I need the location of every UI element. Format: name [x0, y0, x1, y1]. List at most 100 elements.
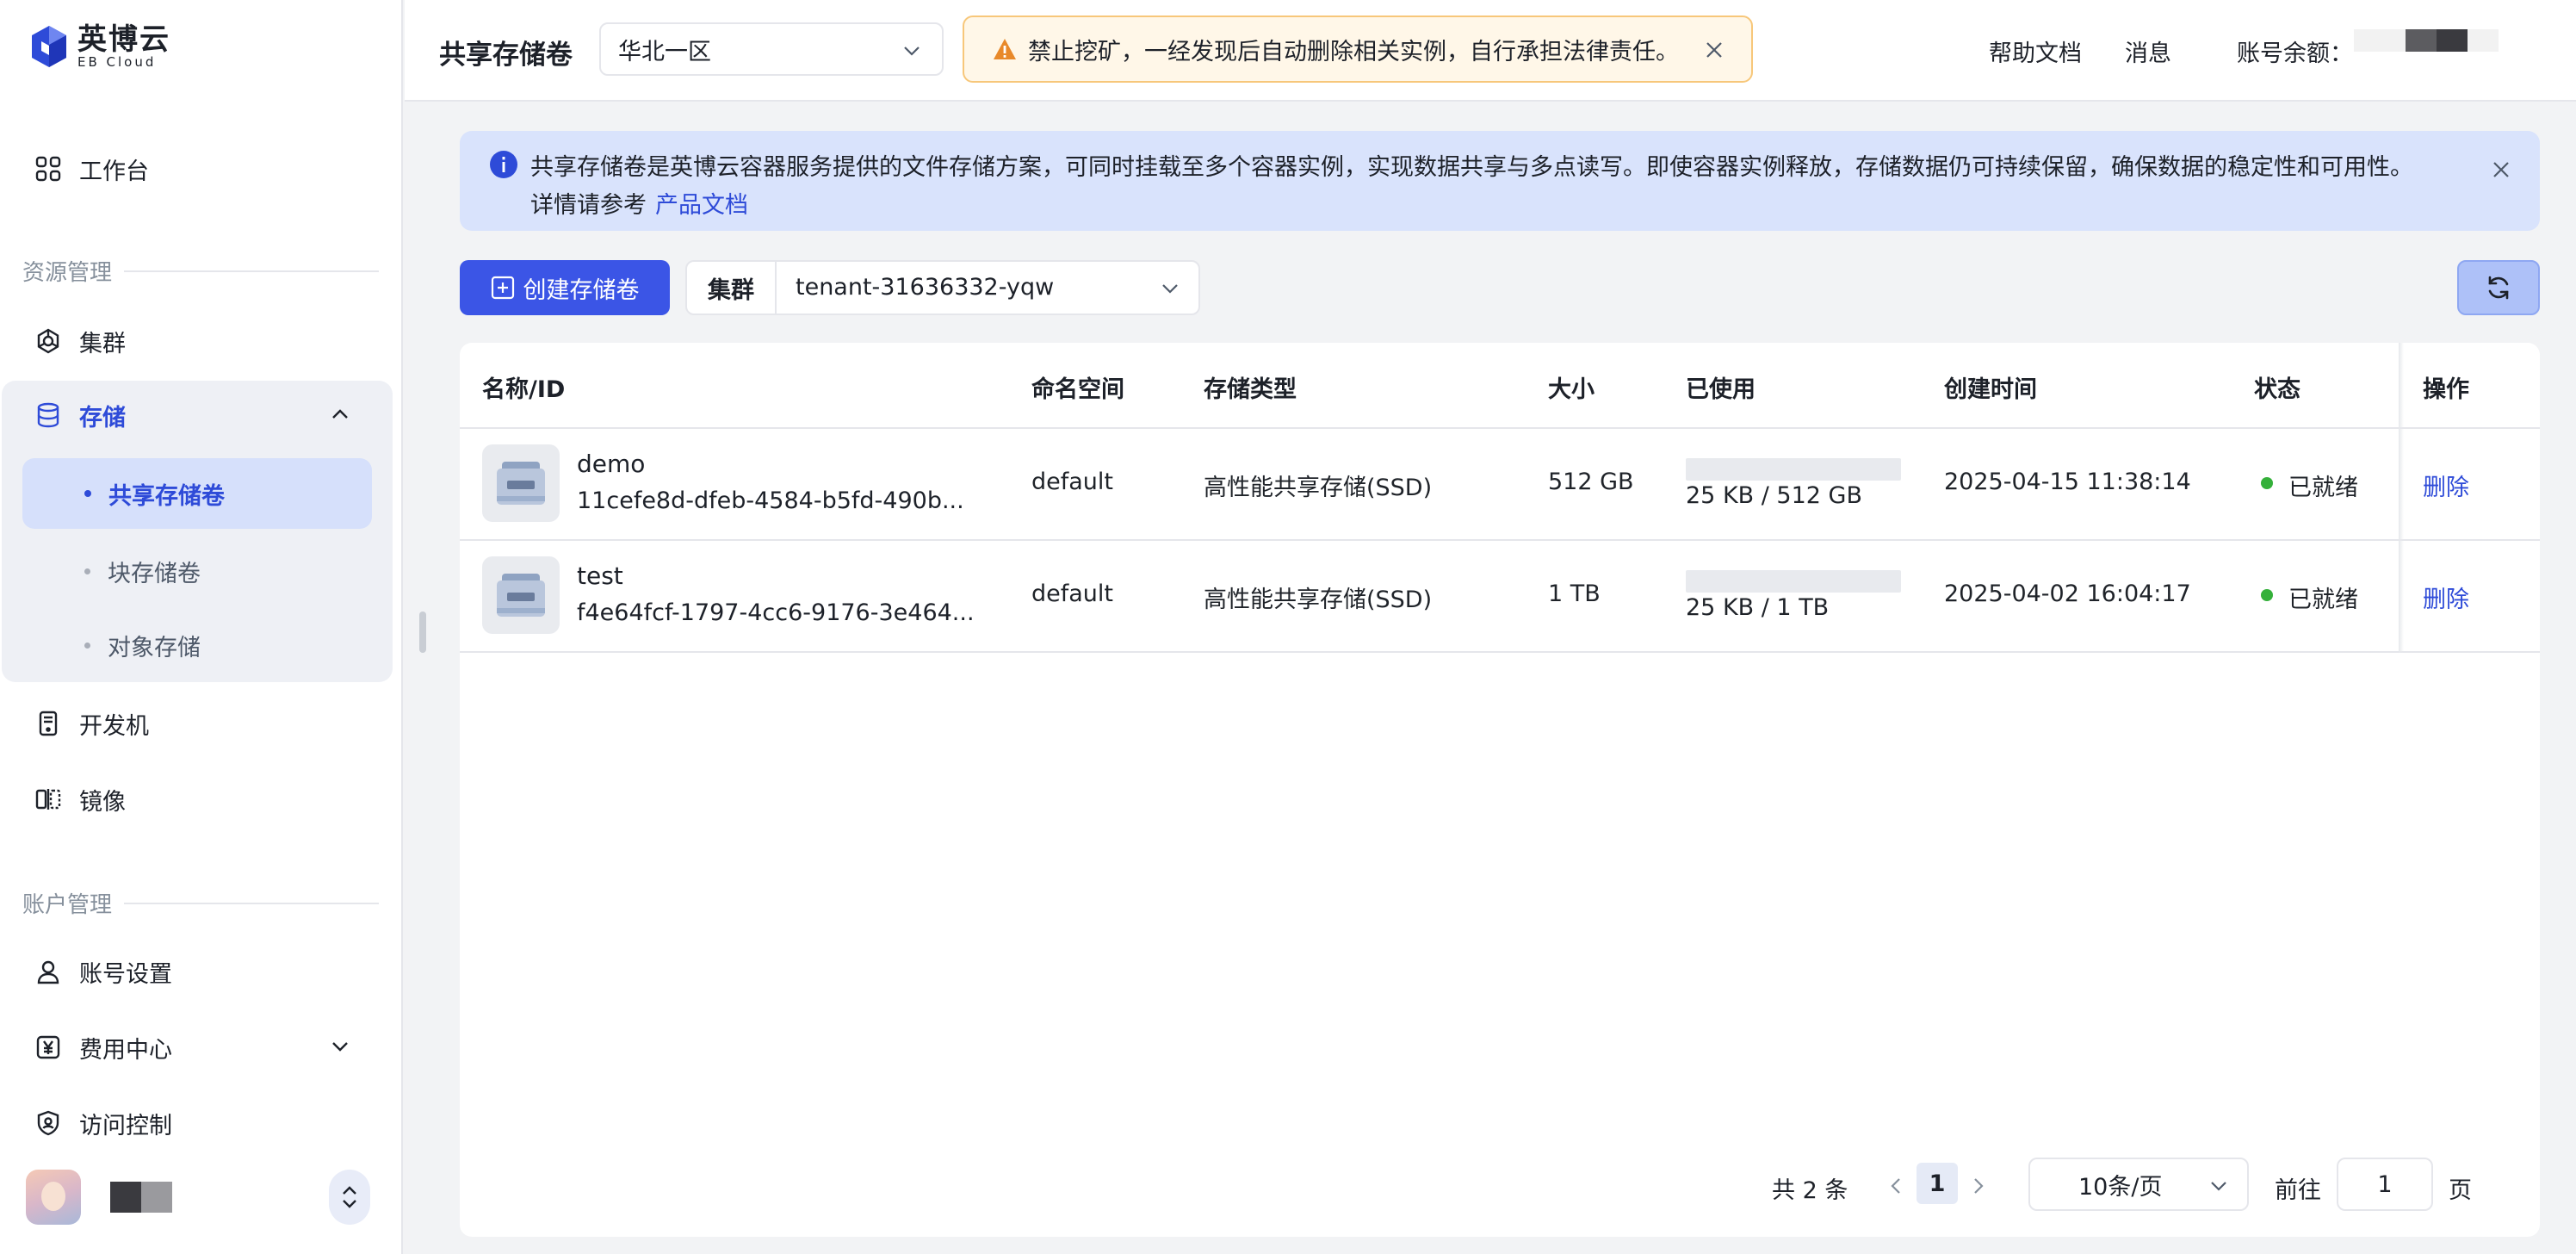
fixed-column-shadow: [2399, 343, 2404, 653]
sidebar-item-shared-volume[interactable]: 共享存储卷: [22, 458, 372, 529]
goto-page-input[interactable]: [2337, 1158, 2433, 1211]
close-icon[interactable]: [1705, 40, 1724, 59]
mining-warning-banner: 禁止挖矿，一经发现后自动删除相关实例，自行承担法律责任。: [963, 16, 1753, 83]
col-header-namespace: 命名空间: [1031, 376, 1124, 403]
sidebar-item-object-storage[interactable]: 对象存储: [22, 610, 372, 680]
sidebar-item-label: 集群: [79, 330, 126, 357]
balance-label: 账号余额：: [2237, 40, 2353, 67]
table-row-divider: [460, 539, 2540, 541]
sidebar-item-account-settings[interactable]: 账号设置: [22, 937, 381, 1006]
volume-name[interactable]: demo: [577, 450, 645, 478]
region-select[interactable]: 华北一区: [599, 22, 944, 76]
sidebar-item-storage[interactable]: 存储: [22, 381, 381, 450]
cluster-select[interactable]: 集群 tenant-31636332-yqw: [685, 260, 1200, 315]
brand-name-en: EB Cloud: [77, 53, 157, 70]
volume-thumbnail: [482, 556, 560, 634]
brand-logo[interactable]: 英博云 EB Cloud: [29, 24, 170, 69]
topbar: 共享存储卷 华北一区 禁止挖矿，一经发现后自动删除相关实例，自行承担法律责任。 …: [405, 0, 2576, 102]
chevron-right-icon[interactable]: [1968, 1173, 1989, 1199]
section-account-label: 账户管理: [22, 892, 113, 918]
volume-name[interactable]: test: [577, 562, 623, 590]
mirror-icon: [34, 785, 62, 813]
col-header-size: 大小: [1548, 376, 1595, 403]
database-icon: [34, 401, 62, 429]
col-header-used: 已使用: [1686, 376, 1756, 403]
refresh-icon: [2488, 276, 2509, 300]
status-ready-icon: [2261, 589, 2273, 601]
status-badge: 已就绪: [2288, 587, 2358, 613]
user-profile[interactable]: [26, 1170, 370, 1225]
warning-icon: [994, 39, 1016, 59]
create-volume-button[interactable]: 创建存储卷: [460, 260, 670, 315]
sidebar-item-access-control[interactable]: 访问控制: [22, 1089, 381, 1158]
col-header-created: 创建时间: [1944, 376, 2037, 403]
volume-table: 名称/ID 命名空间 存储类型 大小 已使用 创建时间 状态 操作 demo 1…: [460, 343, 2540, 1237]
col-header-actions: 操作: [2423, 376, 2469, 403]
goto-label: 前往: [2275, 1177, 2321, 1204]
user-icon: [34, 958, 62, 985]
volume-size: 1 TB: [1548, 580, 1601, 607]
help-docs-link[interactable]: 帮助文档: [1989, 34, 2082, 68]
chevron-down-icon: [1162, 284, 1178, 294]
section-resources: 资源管理: [22, 255, 379, 287]
sidebar-resize-handle[interactable]: [419, 611, 426, 653]
sidebar-group-storage: 存储 共享存储卷 块存储卷 对象存储: [2, 381, 393, 682]
usage-progress-bar: [1686, 458, 1901, 481]
sidebar-item-devbox[interactable]: 开发机: [22, 689, 381, 758]
product-docs-link[interactable]: 产品文档: [655, 192, 748, 219]
sidebar-item-label: 镜像: [79, 788, 126, 816]
refresh-button[interactable]: [2457, 260, 2540, 315]
sidebar-item-label: 存储: [79, 404, 126, 431]
balance-masked: [2354, 29, 2526, 55]
delete-volume-button[interactable]: 删除: [2423, 469, 2469, 502]
masked-block: [110, 1182, 141, 1213]
sidebar-item-label: 对象存储: [108, 634, 201, 661]
close-icon[interactable]: [2492, 160, 2511, 179]
sidebar-item-cluster[interactable]: 集群: [22, 307, 381, 376]
sidebar-item-block-volume[interactable]: 块存储卷: [22, 536, 372, 606]
chevron-left-icon[interactable]: [1886, 1173, 1906, 1199]
server-icon: [34, 710, 62, 737]
sidebar: 英博云 EB Cloud 工作台 资源管理 集群 存储 共享存储卷 块存储卷 对…: [0, 0, 403, 1254]
sidebar-item-label: 块存储卷: [108, 560, 201, 587]
delete-volume-button[interactable]: 删除: [2423, 580, 2469, 614]
volume-created-time: 2025-04-02 16:04:17: [1944, 580, 2191, 607]
bullet-icon: [84, 490, 91, 497]
section-account: 账户管理: [22, 887, 379, 919]
yen-icon: [34, 1034, 62, 1061]
volume-type: 高性能共享存储(SSD): [1204, 587, 1433, 613]
chevron-down-icon: [332, 1042, 348, 1052]
sidebar-item-label: 工作台: [79, 158, 149, 185]
brand-name: 英博云: [77, 22, 170, 57]
account-switch-button[interactable]: [329, 1170, 370, 1225]
cluster-icon: [34, 327, 62, 355]
status-badge: 已就绪: [2288, 475, 2358, 501]
sidebar-item-images[interactable]: 镜像: [22, 765, 381, 834]
sidebar-item-billing[interactable]: 费用中心: [22, 1013, 381, 1082]
page-size-select[interactable]: 10条/页: [2028, 1158, 2249, 1211]
info-ref-prefix: 详情请参考: [530, 192, 647, 219]
sidebar-item-label: 访问控制: [79, 1112, 172, 1139]
bullet-icon: [84, 642, 90, 649]
info-icon: [490, 151, 517, 178]
storage-disk-icon: [497, 462, 545, 505]
status-ready-icon: [2261, 477, 2273, 489]
shield-icon: [34, 1109, 62, 1137]
avatar[interactable]: [26, 1170, 81, 1225]
sidebar-item-label: 账号设置: [79, 960, 172, 988]
col-header-status: 状态: [2254, 376, 2300, 403]
volume-id: f4e64fcf-1797-4cc6-9176-3e464...: [577, 599, 975, 626]
chevron-down-icon: [904, 47, 920, 56]
masked-block: [2468, 29, 2499, 52]
col-header-name: 名称/ID: [482, 376, 566, 403]
chevron-up-icon: [332, 409, 348, 419]
volume-created-time: 2025-04-15 11:38:14: [1944, 469, 2191, 495]
table-row-divider: [460, 651, 2540, 653]
messages-link[interactable]: 消息: [2125, 34, 2171, 68]
masked-block: [2406, 29, 2437, 52]
add-icon: [491, 276, 514, 300]
sidebar-item-workbench[interactable]: 工作台: [22, 134, 381, 203]
masked-block: [2437, 29, 2468, 52]
volume-size: 512 GB: [1548, 469, 1634, 495]
pagination-page-current[interactable]: 1: [1917, 1163, 1958, 1204]
